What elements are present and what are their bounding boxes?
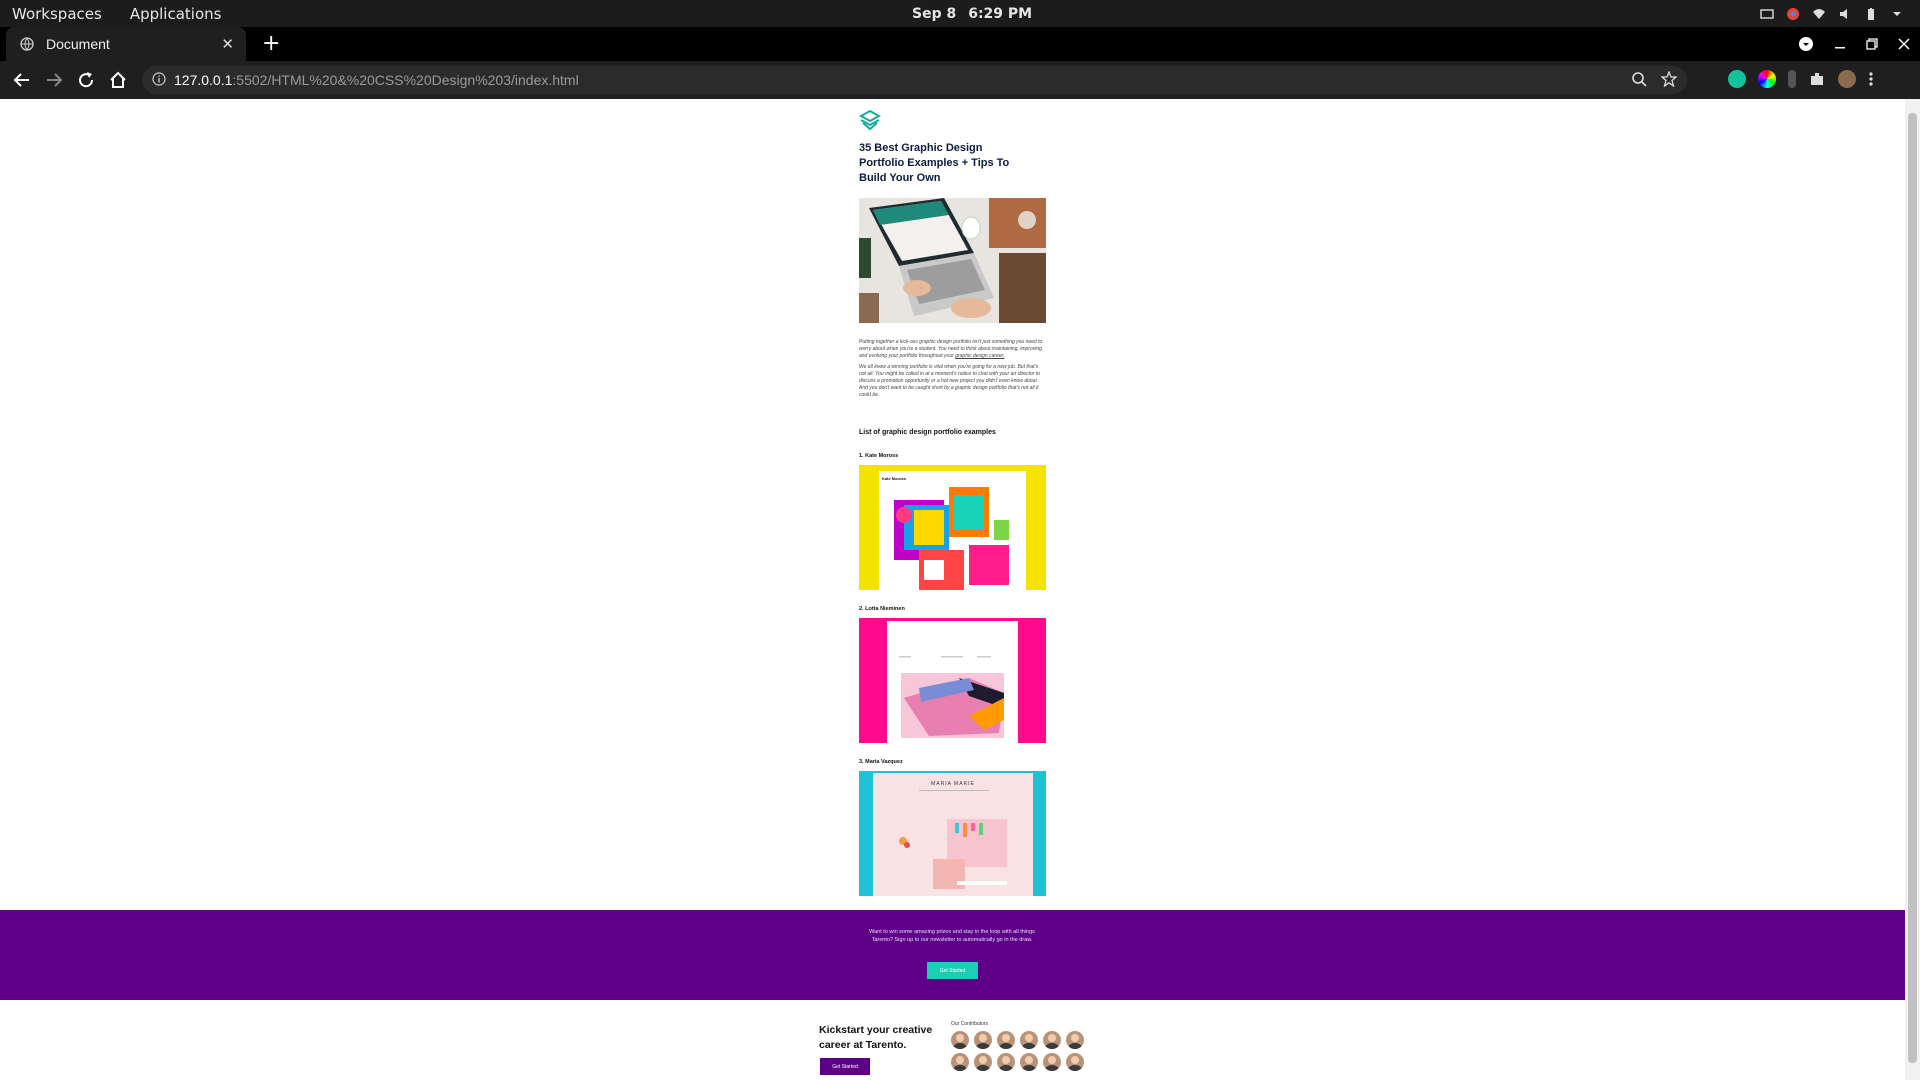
clock[interactable]: Sep 8 6:29 PM — [912, 0, 1032, 27]
new-tab-icon[interactable]: + — [262, 31, 280, 56]
workspaces-menu[interactable]: Workspaces — [12, 5, 102, 23]
avatar — [1020, 1053, 1038, 1071]
intro-text: Putting together a kick-ass graphic desi… — [859, 339, 1046, 403]
battery-icon[interactable] — [1864, 7, 1878, 21]
list-heading: List of graphic design portfolio example… — [859, 429, 996, 436]
extension-icon[interactable] — [1788, 70, 1796, 88]
back-arrow-icon[interactable] — [12, 70, 32, 90]
newsletter-section: Want to win some amazing prizes and stay… — [0, 910, 1905, 1000]
newsletter-get-started-button[interactable]: Get Started — [927, 962, 978, 979]
portfolio-screenshot-maria-vazquez: MARIA MARIE — [859, 771, 1046, 896]
avatar — [997, 1031, 1015, 1049]
avatar — [951, 1053, 969, 1071]
browser-toolbar: 127.0.0.1:5502/HTML%20&%20CSS%20Design%2… — [0, 61, 1920, 99]
contributors-label: Our Contributors — [951, 1021, 988, 1027]
avatar — [951, 1031, 969, 1049]
portfolio-item-label-2: 2. Lotta Nieminen — [859, 606, 905, 612]
newsletter-text: Want to win some amazing prizes and stay… — [869, 929, 1035, 943]
home-icon[interactable] — [108, 70, 128, 90]
intro-paragraph-2: We all know a winning portfolio is vital… — [859, 364, 1040, 398]
forward-arrow-icon[interactable] — [44, 70, 64, 90]
portfolio-screenshot-kate-moross: Kate Moross — [859, 465, 1046, 590]
footer-title: Kickstart your creative career at Tarent… — [819, 1024, 933, 1051]
color-picker-extension-icon[interactable] — [1758, 70, 1776, 88]
screen-icon[interactable] — [1760, 7, 1774, 21]
avatar — [1020, 1031, 1038, 1049]
address-bar[interactable]: 127.0.0.1:5502/HTML%20&%20CSS%20Design%2… — [142, 66, 1687, 94]
portfolio-screenshot-lotta-nieminen — [859, 618, 1046, 743]
system-menu-chevron-icon[interactable] — [1890, 7, 1904, 21]
avatar — [997, 1053, 1015, 1071]
intro-paragraph-1: Putting together a kick-ass graphic desi… — [859, 339, 1046, 360]
footer-get-started-button[interactable]: Get Started — [820, 1058, 870, 1075]
avatar — [1043, 1031, 1061, 1049]
profile-menu-icon[interactable] — [1798, 36, 1814, 52]
minimize-icon[interactable] — [1834, 38, 1846, 50]
contributors-avatars — [951, 1031, 1087, 1071]
clock-date: Sep 8 — [912, 5, 957, 22]
reload-icon[interactable] — [76, 70, 96, 90]
url-path: :5502/HTML%20&%20CSS%20Design%203/index.… — [232, 72, 579, 88]
applications-menu[interactable]: Applications — [130, 5, 222, 23]
volume-icon[interactable] — [1838, 7, 1852, 21]
globe-icon — [20, 37, 34, 51]
restore-icon[interactable] — [1866, 38, 1878, 50]
puzzle-extensions-icon[interactable] — [1808, 70, 1826, 88]
graphic-design-career-link[interactable]: graphic design career. — [955, 353, 1004, 359]
avatar — [1066, 1031, 1084, 1049]
chrome-tray-icon[interactable] — [1786, 7, 1800, 21]
url-text[interactable]: 127.0.0.1:5502/HTML%20&%20CSS%20Design%2… — [174, 72, 579, 88]
os-top-bar: Workspaces Applications Sep 8 6:29 PM — [0, 0, 1920, 27]
tab-strip: Document ✕ + — [0, 27, 1920, 61]
grammarly-extension-icon[interactable] — [1728, 70, 1746, 88]
tab-document[interactable]: Document ✕ — [6, 27, 246, 61]
avatar — [1066, 1053, 1084, 1071]
avatar — [974, 1053, 992, 1071]
maria-marie-caption: MARIA MARIE — [931, 781, 975, 787]
page-viewport: 35 Best Graphic Design Portfolio Example… — [0, 99, 1905, 1080]
avatar — [1043, 1053, 1061, 1071]
scrollbar-thumb[interactable] — [1908, 113, 1917, 1063]
tarento-logo-icon[interactable] — [859, 109, 881, 131]
kate-moross-caption: Kate Moross — [882, 476, 907, 481]
wifi-icon[interactable] — [1812, 7, 1826, 21]
url-host: 127.0.0.1 — [174, 72, 233, 88]
clock-time: 6:29 PM — [968, 5, 1033, 22]
site-info-icon[interactable] — [152, 72, 166, 86]
more-menu-icon[interactable] — [1868, 70, 1874, 88]
bookmark-star-icon[interactable] — [1661, 71, 1677, 87]
hero-laptop-image — [859, 198, 1046, 323]
avatar — [974, 1031, 992, 1049]
close-tab-icon[interactable]: ✕ — [221, 35, 234, 53]
close-window-icon[interactable] — [1898, 38, 1910, 50]
profile-avatar[interactable] — [1838, 70, 1856, 88]
page-scrollbar[interactable] — [1905, 99, 1920, 1080]
portfolio-item-label-1: 1. Kate Moross — [859, 453, 899, 459]
tab-title: Document — [46, 36, 110, 52]
portfolio-item-label-3: 3. Maria Vazquez — [859, 759, 903, 765]
article-title: 35 Best Graphic Design Portfolio Example… — [859, 142, 1010, 184]
intro-paragraph-1-text: Putting together a kick-ass graphic desi… — [859, 339, 1043, 359]
zoom-icon[interactable] — [1631, 71, 1647, 87]
